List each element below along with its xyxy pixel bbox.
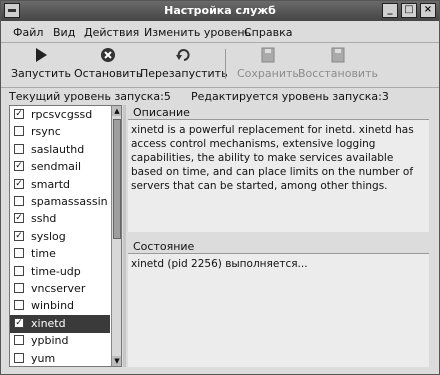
close-button[interactable]: × [420, 3, 436, 18]
service-checkbox[interactable]: ✓ [14, 178, 24, 189]
start-button[interactable]: Запустить [11, 47, 71, 80]
service-checkbox[interactable] [14, 248, 24, 259]
description-text: xinetd is a powerful replacement for ine… [131, 124, 414, 192]
menu-edit-runlevel[interactable]: Изменить уровень [144, 26, 251, 39]
service-row-smartd[interactable]: ✓ smartd [10, 176, 110, 194]
service-name: winbind [31, 299, 75, 313]
service-name: saslauthd [31, 142, 85, 156]
menu-view[interactable]: Вид [53, 26, 75, 39]
service-checkbox[interactable]: ✓ [14, 109, 24, 119]
service-row-spamassassin[interactable]: spamassassin [10, 193, 110, 211]
service-row-xinetd[interactable]: ✓ xinetd [10, 314, 110, 333]
service-checkbox[interactable] [14, 352, 24, 363]
service-row-yum[interactable]: yum [10, 350, 110, 366]
service-name: smartd [31, 177, 71, 191]
state-text: xinetd (pid 2256) выполняется... [131, 258, 308, 270]
title-bar[interactable]: Настройка служб _ □ × [1, 1, 439, 21]
minimize-button[interactable]: _ [382, 3, 398, 18]
stop-label: Остановить [74, 67, 143, 80]
play-icon [32, 47, 50, 63]
services-scrollbar[interactable]: ▲ ▼ [111, 106, 121, 366]
save-button[interactable]: Сохранить [237, 47, 299, 80]
service-row-time-udp[interactable]: time-udp [10, 263, 110, 281]
toolbar-separator [225, 49, 226, 79]
service-checkbox[interactable]: ✓ [14, 317, 24, 328]
state-box: xinetd (pid 2256) выполняется... [128, 253, 429, 367]
runlevel-status: Текущий уровень запуска:5 Редактируется … [1, 88, 439, 104]
pane-divider[interactable] [123, 105, 126, 367]
service-row-rpcsvcgssd[interactable]: ✓ rpcsvcgssd [10, 106, 110, 124]
services-config-window: Настройка служб _ □ × Файл Вид Действия … [0, 0, 440, 375]
service-checkbox[interactable] [14, 300, 24, 311]
service-checkbox[interactable] [14, 143, 24, 154]
description-title: Описание [133, 106, 190, 119]
save-label: Сохранить [237, 67, 299, 80]
service-name: spamassassin [31, 195, 108, 208]
maximize-button[interactable]: □ [401, 3, 417, 18]
toolbar: Запустить Остановить Перезапустить Сохра… [1, 43, 439, 88]
service-row-ypbind[interactable]: ypbind [10, 332, 110, 350]
menu-actions[interactable]: Действия [84, 26, 139, 39]
scroll-up-icon[interactable]: ▲ [112, 106, 121, 116]
stop-icon [99, 47, 117, 63]
service-name: xinetd [31, 316, 66, 330]
service-name: syslog [31, 229, 66, 243]
service-checkbox[interactable] [14, 126, 24, 137]
service-checkbox[interactable] [14, 335, 24, 346]
menu-bar: Файл Вид Действия Изменить уровень Справ… [1, 22, 439, 43]
scroll-thumb[interactable] [113, 119, 121, 239]
menu-help[interactable]: Справка [244, 26, 292, 39]
service-row-sendmail[interactable]: ✓ sendmail [10, 158, 110, 176]
service-name: time [31, 247, 56, 261]
service-row-rsync[interactable]: rsync [10, 123, 110, 141]
service-name: vncserver [31, 282, 86, 295]
restart-button[interactable]: Перезапустить [140, 47, 228, 80]
service-checkbox[interactable] [14, 283, 24, 293]
description-box: xinetd is a powerful replacement for ine… [128, 119, 429, 232]
scroll-down-icon[interactable]: ▼ [112, 356, 121, 366]
service-row-time[interactable]: time [10, 245, 110, 263]
editing-runlevel: Редактируется уровень запуска:3 [191, 90, 389, 103]
service-checkbox[interactable] [14, 265, 24, 276]
menu-file[interactable]: Файл [13, 26, 43, 39]
service-checkbox[interactable]: ✓ [14, 213, 24, 224]
service-name: rpcsvcgssd [31, 108, 93, 121]
save-icon [259, 47, 277, 63]
services-list[interactable]: ✓ rpcsvcgssd rsync saslauthd ✓ sendmail ✓ smart… [9, 105, 122, 367]
restart-icon [175, 47, 193, 63]
service-row-winbind[interactable]: winbind [10, 297, 110, 315]
service-name: sendmail [31, 160, 82, 174]
service-name: time-udp [31, 264, 81, 278]
state-title: Состояние [133, 240, 195, 253]
revert-icon [329, 47, 347, 63]
revert-button[interactable]: Восстановить [298, 47, 378, 80]
service-name: yum [31, 351, 56, 365]
service-row-sshd[interactable]: ✓ sshd [10, 210, 110, 228]
restart-label: Перезапустить [140, 67, 228, 80]
stop-button[interactable]: Остановить [74, 47, 142, 80]
service-row-syslog[interactable]: ✓ syslog [10, 228, 110, 246]
service-row-saslauthd[interactable]: saslauthd [10, 141, 110, 159]
service-checkbox[interactable]: ✓ [14, 230, 24, 241]
service-name: sshd [31, 212, 57, 226]
current-runlevel: Текущий уровень запуска:5 [9, 90, 171, 103]
service-checkbox[interactable]: ✓ [14, 161, 24, 172]
service-name: ypbind [31, 334, 69, 348]
service-row-vncserver[interactable]: vncserver [10, 280, 110, 298]
window-title: Настройка служб [164, 4, 276, 17]
service-name: rsync [31, 125, 61, 139]
service-checkbox[interactable] [14, 196, 24, 206]
revert-label: Восстановить [298, 67, 378, 80]
start-label: Запустить [11, 67, 71, 80]
